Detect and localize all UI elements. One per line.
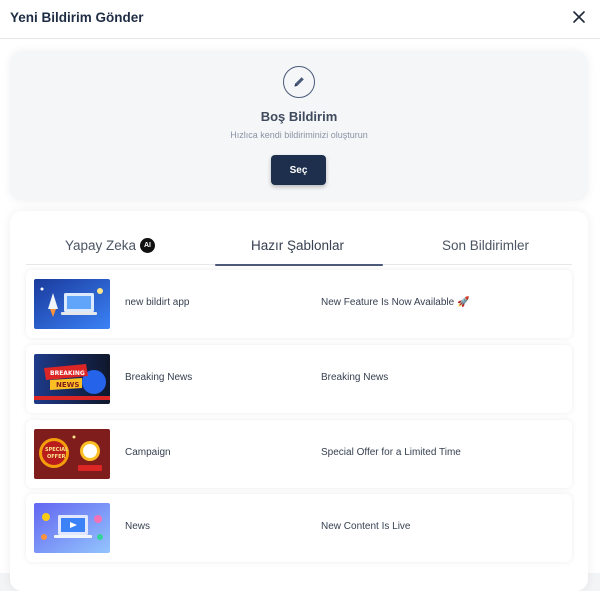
- template-row[interactable]: SPECIAL OFFER Campaign Special Offer for…: [26, 420, 572, 488]
- tab-templates[interactable]: Hazır Şablonlar: [215, 229, 383, 266]
- blank-notification-subtitle: Hızlıca kendi bildiriminizi oluşturun: [230, 130, 368, 140]
- svg-text:OFFER: OFFER: [47, 454, 65, 460]
- template-headline: Breaking News: [321, 372, 389, 383]
- svg-text:NEWS: NEWS: [56, 381, 79, 389]
- svg-text:SPECIAL: SPECIAL: [45, 447, 69, 453]
- close-icon[interactable]: [572, 10, 586, 24]
- template-name: Breaking News: [125, 372, 193, 383]
- select-button[interactable]: Seç: [271, 155, 326, 185]
- blank-notification-card: Boş Bildirim Hızlıca kendi bildiriminizi…: [10, 51, 588, 201]
- ai-badge-icon: AI: [140, 238, 155, 253]
- laptop-content-image: [34, 503, 110, 553]
- templates-card: Yapay Zeka AI Hazır Şablonlar Son Bildir…: [10, 211, 588, 591]
- tab-recent-label: Son Bildirimler: [442, 238, 530, 253]
- svg-text:BREAKING: BREAKING: [50, 370, 85, 377]
- rocket-laptop-image: [34, 279, 110, 329]
- template-headline: New Feature Is Now Available 🚀: [321, 297, 470, 308]
- tab-ai[interactable]: Yapay Zeka AI: [26, 229, 208, 265]
- tab-templates-label: Hazır Şablonlar: [251, 238, 345, 253]
- modal-header: Yeni Bildirim Gönder: [0, 0, 600, 39]
- active-tab-indicator: [215, 264, 383, 266]
- template-headline: New Content Is Live: [321, 521, 411, 532]
- template-name: News: [125, 521, 151, 532]
- template-row[interactable]: News New Content Is Live: [26, 494, 572, 562]
- modal-title: Yeni Bildirim Gönder: [10, 10, 144, 25]
- new-notification-modal: Yeni Bildirim Gönder Boş Bildirim Hızlıc…: [0, 0, 600, 591]
- tab-recent[interactable]: Son Bildirimler: [396, 229, 572, 265]
- tab-ai-label: Yapay Zeka: [65, 238, 137, 253]
- template-name: new bildirt app: [125, 297, 190, 308]
- template-name: Campaign: [125, 447, 171, 458]
- blank-notification-title: Boş Bildirim: [260, 109, 338, 124]
- template-row[interactable]: BREAKING NEWS Breaking News Breaking New…: [26, 345, 572, 413]
- template-row[interactable]: new bildirt app New Feature Is Now Avail…: [26, 270, 572, 338]
- breaking-news-image: BREAKING NEWS: [34, 354, 110, 404]
- tab-bar: Yapay Zeka AI Hazır Şablonlar Son Bildir…: [26, 229, 572, 266]
- special-offer-image: SPECIAL OFFER: [34, 429, 110, 479]
- template-headline: Special Offer for a Limited Time: [321, 447, 461, 458]
- pencil-icon: [283, 66, 315, 98]
